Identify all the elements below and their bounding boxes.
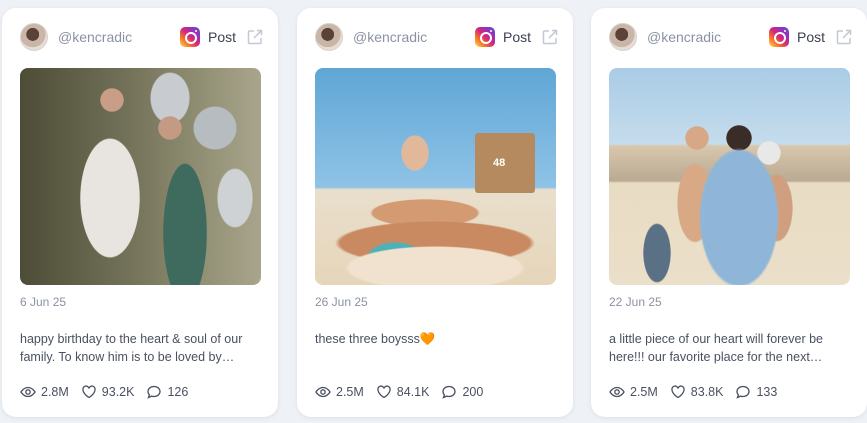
post-image[interactable]	[315, 68, 556, 285]
comments-count: 133	[756, 385, 778, 399]
heart-icon	[377, 385, 391, 399]
card-header: @kencradic Post	[609, 22, 853, 52]
views-count: 2.5M	[336, 385, 364, 399]
post-card[interactable]: @kencradic Post 22 Jun 25 a little piece…	[591, 8, 867, 417]
instagram-icon	[474, 27, 495, 47]
post-caption: a little piece of our heart will forever…	[609, 332, 823, 364]
views-count: 2.5M	[630, 385, 658, 399]
post-stats: 2.8M 93.2K 126	[20, 384, 200, 400]
account-handle[interactable]: @kencradic	[58, 29, 180, 45]
post-card[interactable]: @kencradic Post 26 Jun 25 these three bo…	[297, 8, 573, 417]
card-header: @kencradic Post	[20, 22, 264, 52]
heart-icon	[671, 385, 685, 399]
likes-stat: 93.2K	[81, 384, 135, 400]
post-stats: 2.5M 83.8K 133	[609, 384, 789, 400]
heart-icon	[82, 385, 96, 399]
avatar	[20, 23, 48, 51]
avatar	[315, 23, 343, 51]
comments-stat: 200	[441, 384, 483, 400]
instagram-icon	[179, 27, 200, 47]
comments-stat: 133	[735, 384, 777, 400]
views-stat: 2.5M	[315, 384, 364, 400]
comment-icon	[442, 385, 457, 399]
post-type-label: Post	[796, 29, 825, 45]
likes-stat: 83.8K	[670, 384, 724, 400]
post-card[interactable]: @kencradic Post 6 Jun 25 happy birthday …	[2, 8, 278, 417]
avatar	[609, 23, 637, 51]
likes-count: 84.1K	[396, 385, 430, 399]
post-date: 22 Jun 25	[609, 295, 662, 309]
external-link-icon[interactable]	[246, 28, 264, 46]
post-type-label: Post	[502, 29, 531, 45]
comment-icon	[736, 385, 751, 399]
lifeguard-tower-shape	[475, 133, 535, 193]
likes-stat: 84.1K	[376, 384, 430, 400]
post-image[interactable]	[20, 68, 261, 285]
account-handle[interactable]: @kencradic	[353, 29, 475, 45]
comments-stat: 126	[146, 384, 188, 400]
eye-icon	[609, 386, 625, 398]
external-link-icon[interactable]	[835, 28, 853, 46]
post-date: 6 Jun 25	[20, 295, 67, 309]
comments-count: 126	[167, 385, 189, 399]
views-stat: 2.5M	[609, 384, 658, 400]
likes-count: 93.2K	[101, 385, 135, 399]
eye-icon	[20, 386, 36, 398]
eye-icon	[315, 386, 331, 398]
external-link-icon[interactable]	[541, 28, 559, 46]
post-image[interactable]	[609, 68, 850, 285]
post-caption: happy birthday to the heart & soul of ou…	[20, 332, 243, 364]
comment-icon	[147, 385, 162, 399]
views-count: 2.8M	[41, 385, 69, 399]
card-header: @kencradic Post	[315, 22, 559, 52]
account-handle[interactable]: @kencradic	[647, 29, 769, 45]
likes-count: 83.8K	[690, 385, 724, 399]
post-type-label: Post	[207, 29, 236, 45]
post-stats: 2.5M 84.1K 200	[315, 384, 495, 400]
instagram-icon	[768, 27, 789, 47]
views-stat: 2.8M	[20, 384, 69, 400]
comments-count: 200	[462, 385, 484, 399]
post-date: 26 Jun 25	[315, 295, 368, 309]
post-caption: these three boysss🧡	[315, 332, 436, 346]
